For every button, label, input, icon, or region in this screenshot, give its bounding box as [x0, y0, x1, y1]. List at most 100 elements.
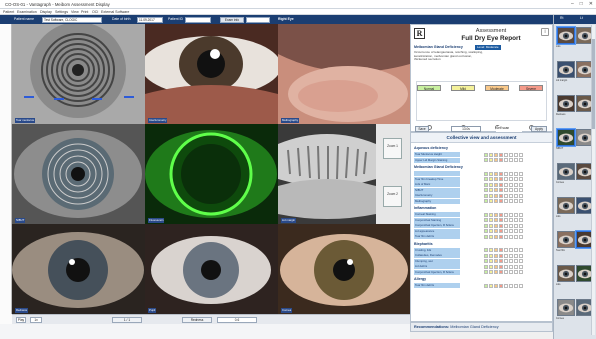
image-fluorescein[interactable]: Fluorescein — [145, 124, 278, 224]
play-button[interactable]: Play — [16, 317, 26, 323]
grade-cell[interactable] — [514, 199, 518, 203]
grade-cell[interactable] — [519, 212, 523, 217]
menu-patient[interactable]: Patient — [3, 10, 14, 14]
dob-field[interactable]: 11.09.2017 — [137, 16, 163, 23]
tab-left[interactable]: Lt — [580, 16, 583, 20]
thumbnail-image[interactable] — [557, 61, 575, 78]
grade-cell[interactable] — [484, 193, 488, 198]
grade-cell[interactable] — [514, 248, 518, 252]
grade-cell[interactable] — [504, 229, 508, 233]
grade-cell[interactable] — [499, 223, 503, 228]
recommendation-bar[interactable]: Recommendations: Meibomian Gland Deficie… — [410, 322, 553, 332]
grade-cell[interactable] — [489, 259, 493, 263]
grade-cell[interactable] — [519, 229, 523, 233]
grade-cell[interactable] — [484, 158, 488, 162]
grade-cell[interactable] — [484, 229, 488, 233]
grade-cell[interactable] — [494, 248, 498, 252]
grade-cell[interactable] — [494, 199, 498, 203]
image-meibography[interactable]: Lid margin — [278, 124, 376, 224]
image-everted-lid[interactable]: Meibography — [278, 24, 410, 124]
grade-cell[interactable] — [499, 283, 503, 288]
speed-select[interactable]: 1x — [30, 317, 42, 323]
grade-cell[interactable] — [489, 193, 493, 198]
grade-cell[interactable] — [509, 212, 513, 217]
grade-cell[interactable] — [489, 223, 493, 228]
grade-cell[interactable] — [509, 218, 513, 222]
grade-cell[interactable] — [489, 234, 493, 239]
menu-view[interactable]: View — [71, 10, 79, 14]
zoom-1-button[interactable]: Zoom 1 — [383, 138, 402, 159]
thumbnail-image[interactable] — [557, 95, 575, 112]
grade-cell[interactable] — [484, 188, 488, 192]
grade-cell[interactable] — [509, 223, 513, 228]
grade-cell[interactable] — [514, 193, 518, 198]
grade-cell[interactable] — [514, 253, 518, 258]
grade-cell[interactable] — [509, 193, 513, 198]
menu-print[interactable]: Print — [81, 10, 88, 14]
grade-cell[interactable] — [514, 171, 518, 176]
grade-cell[interactable] — [484, 171, 488, 176]
grade-cell[interactable] — [504, 177, 508, 181]
grade-cell[interactable] — [499, 199, 503, 203]
grade-cell[interactable] — [514, 158, 518, 162]
patient-id-field[interactable] — [185, 16, 211, 23]
maximize-icon[interactable]: □ — [580, 1, 583, 7]
grade-cell[interactable] — [519, 283, 523, 288]
grade-cell[interactable] — [489, 248, 493, 252]
grade-cell[interactable] — [489, 253, 493, 258]
grade-cell[interactable] — [484, 253, 488, 258]
grade-cell[interactable] — [489, 199, 493, 203]
scale-value[interactable]: 0.6 — [217, 317, 257, 323]
grade-cell[interactable] — [489, 158, 493, 162]
menu-oci[interactable]: OCI — [92, 10, 98, 14]
grade-cell[interactable] — [484, 182, 488, 187]
grade-cell[interactable] — [509, 182, 513, 187]
grade-cell[interactable] — [514, 188, 518, 192]
grade-cell[interactable] — [484, 283, 488, 288]
grade-cell[interactable] — [499, 259, 503, 263]
grade-cell[interactable] — [499, 188, 503, 192]
grade-cell[interactable] — [509, 171, 513, 176]
grade-cell[interactable] — [514, 259, 518, 263]
exam-info-field[interactable] — [246, 16, 270, 23]
grade-cell[interactable] — [499, 253, 503, 258]
image-cornea[interactable]: Cornea — [278, 224, 410, 314]
scrollbar-thumb[interactable] — [592, 39, 595, 129]
info-icon[interactable]: i — [541, 28, 549, 36]
tab-right[interactable]: Rt — [560, 16, 563, 20]
grade-cell[interactable] — [514, 152, 518, 157]
grade-cell[interactable] — [489, 270, 493, 274]
grade-cell[interactable] — [489, 264, 493, 269]
grade-cell[interactable] — [494, 234, 498, 239]
grade-cell[interactable] — [499, 270, 503, 274]
grade-cell[interactable] — [484, 234, 488, 239]
grade-cell[interactable] — [504, 158, 508, 162]
thumbnail-image[interactable] — [557, 231, 575, 248]
grade-cell[interactable] — [494, 229, 498, 233]
patient-name-field[interactable]: Test Software, CLOGIC — [42, 16, 102, 23]
grade-cell[interactable] — [499, 264, 503, 269]
grade-cell[interactable] — [509, 264, 513, 269]
grade-cell[interactable] — [494, 158, 498, 162]
grade-cell[interactable] — [494, 193, 498, 198]
grade-cell[interactable] — [504, 270, 508, 274]
grade-cell[interactable] — [499, 158, 503, 162]
grade-cell[interactable] — [519, 152, 523, 157]
grade-cell[interactable] — [484, 223, 488, 228]
grade-cell[interactable] — [509, 152, 513, 157]
grade-cell[interactable] — [484, 199, 488, 203]
grade-cell[interactable] — [519, 158, 523, 162]
grade-cell[interactable] — [494, 270, 498, 274]
thumbnail-image[interactable] — [557, 197, 575, 214]
grade-cell[interactable] — [514, 264, 518, 269]
thumbnail-image[interactable] — [557, 163, 575, 180]
thumbnail-scrollbar[interactable] — [591, 25, 595, 335]
grade-cell[interactable] — [509, 253, 513, 258]
grade-cell[interactable] — [509, 177, 513, 181]
grade-cell[interactable] — [509, 283, 513, 288]
grade-cell[interactable] — [509, 234, 513, 239]
grade-cell[interactable] — [519, 177, 523, 181]
grade-cell[interactable] — [484, 212, 488, 217]
grade-cell[interactable] — [509, 248, 513, 252]
grade-cell[interactable] — [519, 223, 523, 228]
